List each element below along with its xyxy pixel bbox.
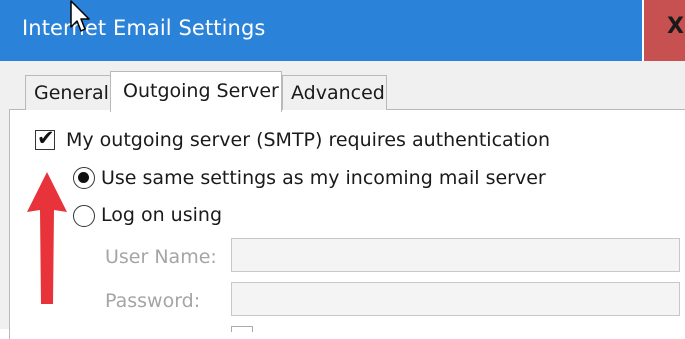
username-label: User Name: bbox=[105, 246, 217, 268]
log-on-using-label: Log on using bbox=[101, 204, 223, 226]
tab-advanced[interactable]: Advanced bbox=[282, 75, 387, 110]
partial-control bbox=[231, 326, 253, 332]
mouse-cursor-icon bbox=[70, 0, 90, 32]
radio-selected-dot bbox=[78, 172, 89, 183]
requires-auth-label: My outgoing server (SMTP) requires authe… bbox=[66, 129, 551, 151]
log-on-using-radio[interactable] bbox=[73, 205, 95, 227]
tab-outgoing-server[interactable]: Outgoing Server bbox=[110, 71, 282, 112]
use-same-settings-label: Use same settings as my incoming mail se… bbox=[101, 167, 546, 189]
close-icon: X bbox=[667, 14, 684, 39]
title-bar: Internet Email Settings X bbox=[0, 0, 685, 61]
checkmark-icon: ✔ bbox=[37, 126, 55, 150]
use-same-settings-radio[interactable] bbox=[73, 167, 95, 189]
requires-auth-checkbox[interactable]: ✔ bbox=[35, 126, 55, 150]
password-input[interactable] bbox=[231, 282, 680, 316]
window-title: Internet Email Settings bbox=[22, 16, 266, 40]
password-label: Password: bbox=[105, 290, 201, 312]
annotation-arrow-icon bbox=[27, 172, 67, 304]
username-input[interactable] bbox=[231, 238, 680, 272]
close-button[interactable]: X bbox=[642, 0, 685, 61]
tab-general[interactable]: General bbox=[25, 75, 111, 110]
